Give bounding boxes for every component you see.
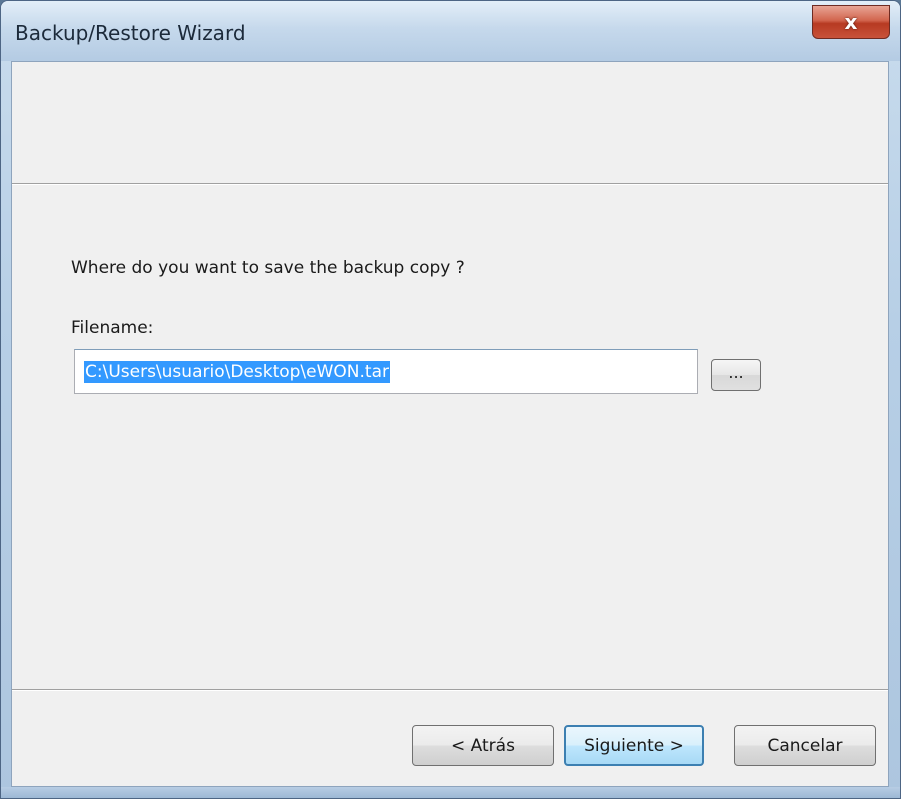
close-button[interactable]: x (812, 5, 890, 39)
window-title: Backup/Restore Wizard (15, 21, 246, 45)
back-button[interactable]: < Atrás (412, 725, 554, 766)
wizard-window: Backup/Restore Wizard x Where do you wan… (0, 0, 901, 799)
backup-question: Where do you want to save the backup cop… (71, 258, 465, 278)
wizard-header (12, 62, 888, 183)
window-bottom-border (1, 787, 900, 798)
wizard-client-area: Where do you want to save the backup cop… (11, 61, 889, 787)
title-bar[interactable]: Backup/Restore Wizard x (1, 1, 900, 61)
next-button[interactable]: Siguiente > (564, 725, 704, 766)
header-divider (12, 183, 888, 185)
filename-input[interactable]: C:\Users\usuario\Desktop\eWON.tar (74, 349, 698, 394)
filename-label: Filename: (71, 318, 154, 338)
cancel-button[interactable]: Cancelar (734, 725, 876, 766)
close-icon: x (844, 10, 858, 34)
browse-button[interactable]: ... (711, 359, 761, 391)
footer-divider (12, 689, 888, 691)
filename-value: C:\Users\usuario\Desktop\eWON.tar (84, 360, 390, 383)
